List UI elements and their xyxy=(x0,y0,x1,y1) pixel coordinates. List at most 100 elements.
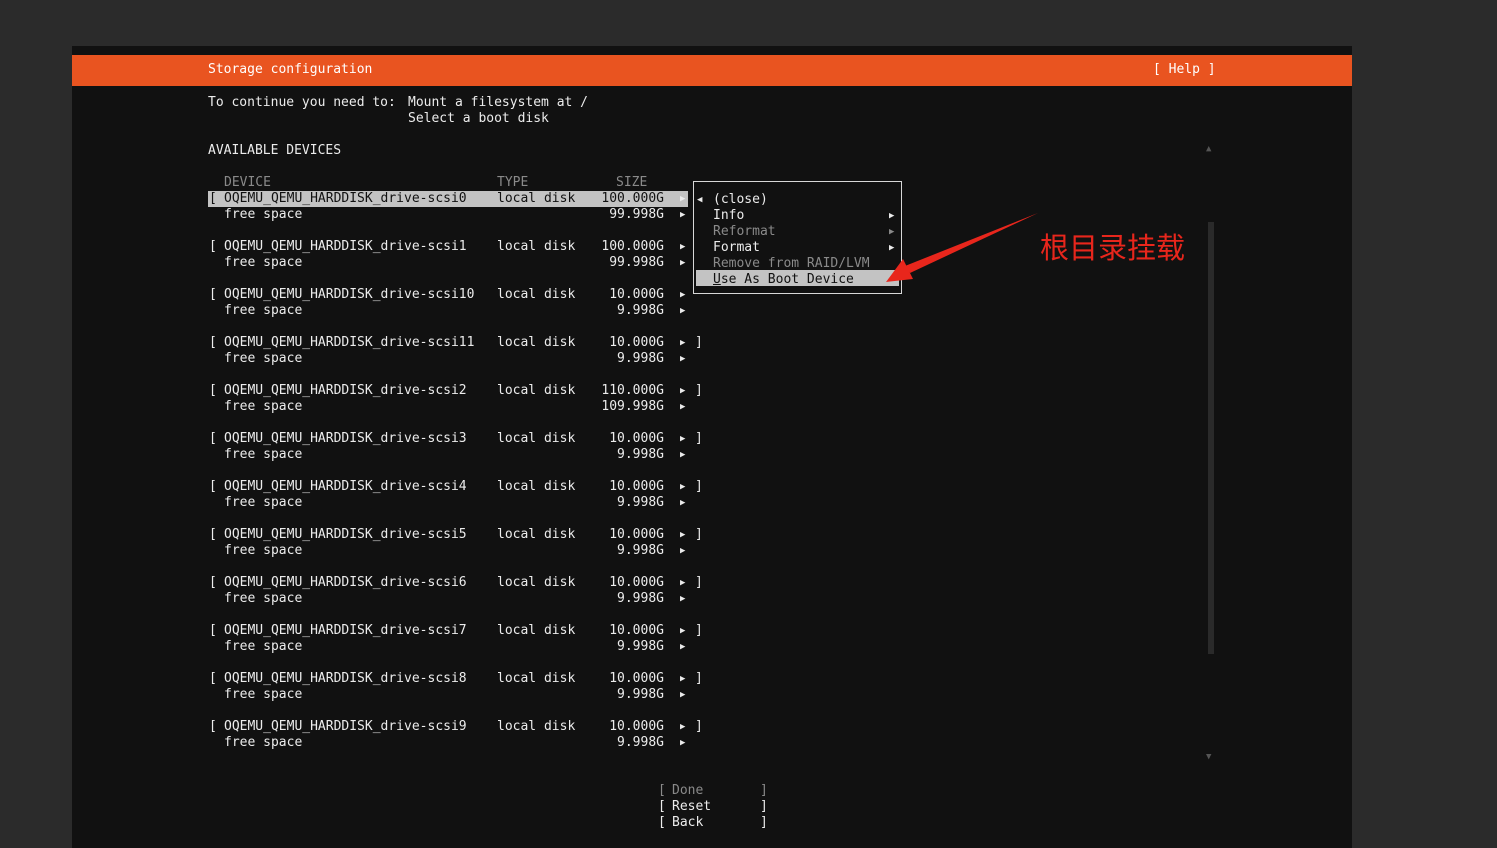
device-size: 10.000G xyxy=(609,575,664,590)
device-actions-icon[interactable]: ▶ xyxy=(680,239,685,255)
device-row-open-bracket: [ xyxy=(209,479,217,494)
free-space-label: free space xyxy=(224,255,303,270)
free-space-size: 9.998G xyxy=(617,543,664,558)
device-name: OQEMU_QEMU_HARDDISK_drive-scsi5 xyxy=(224,527,467,542)
free-space-label: free space xyxy=(224,207,303,222)
device-row-open-bracket: [ xyxy=(209,719,217,734)
menu-item-info[interactable]: Info xyxy=(713,208,744,224)
free-space-label: free space xyxy=(224,639,303,654)
device-size: 10.000G xyxy=(609,479,664,494)
device-name: OQEMU_QEMU_HARDDISK_drive-scsi1 xyxy=(224,239,467,254)
scrollbar[interactable] xyxy=(1208,222,1214,654)
device-actions-icon[interactable]: ▶ xyxy=(680,383,685,399)
free-space-actions-icon[interactable]: ▶ xyxy=(680,639,685,655)
info-submenu-icon: ▶ xyxy=(889,211,895,221)
device-row-open-bracket: [ xyxy=(209,575,217,590)
device-type: local disk xyxy=(497,527,576,542)
menu-item-format[interactable]: Format xyxy=(713,240,760,256)
device-size: 100.000G xyxy=(601,239,664,254)
device-name: OQEMU_QEMU_HARDDISK_drive-scsi4 xyxy=(224,479,467,494)
device-name: OQEMU_QEMU_HARDDISK_drive-scsi7 xyxy=(224,623,467,638)
menu-item-label-rest: se As Boot Device xyxy=(720,272,854,287)
device-actions-icon[interactable]: ▶ xyxy=(680,527,685,543)
device-actions-icon[interactable]: ▶ xyxy=(680,479,685,495)
reset-button[interactable]: Reset xyxy=(672,799,711,815)
device-actions-icon[interactable]: ▶ xyxy=(680,719,685,735)
device-size: 100.000G xyxy=(601,191,664,206)
device-actions-icon[interactable]: ▶ xyxy=(680,287,685,303)
device-row-close-bracket: ] xyxy=(695,719,703,734)
menu-hotkey-letter: U xyxy=(713,272,721,287)
back-button[interactable]: Back xyxy=(672,815,703,831)
free-space-label: free space xyxy=(224,687,303,702)
free-space-actions-icon[interactable]: ▶ xyxy=(680,591,685,607)
menu-item-close[interactable]: (close) xyxy=(713,192,768,208)
device-row-close-bracket: ] xyxy=(695,671,703,686)
device-actions-icon[interactable]: ▶ xyxy=(680,671,685,687)
menu-item-use-as-boot-device[interactable]: Use As Boot Device xyxy=(713,272,854,288)
device-row-close-bracket: ] xyxy=(695,383,703,398)
device-row-close-bracket: ] xyxy=(695,623,703,638)
column-header-type: TYPE xyxy=(497,175,529,190)
free-space-actions-icon[interactable]: ▶ xyxy=(680,543,685,559)
device-type: local disk xyxy=(497,383,576,398)
device-actions-icon[interactable]: ▶ xyxy=(680,335,685,351)
device-row-close-bracket: ] xyxy=(695,479,703,494)
back-button-open: [ xyxy=(658,815,666,830)
free-space-size: 9.998G xyxy=(617,639,664,654)
device-actions-icon[interactable]: ▶ xyxy=(680,623,685,639)
menu-back-icon[interactable]: ◀ xyxy=(697,192,702,208)
device-type: local disk xyxy=(497,623,576,638)
device-size: 10.000G xyxy=(609,623,664,638)
continue-prefix: To continue you need to: xyxy=(208,95,396,110)
scroll-down-icon[interactable]: ▼ xyxy=(1206,752,1211,762)
free-space-label: free space xyxy=(224,735,303,750)
free-space-actions-icon[interactable]: ▶ xyxy=(680,687,685,703)
free-space-actions-icon[interactable]: ▶ xyxy=(680,495,685,511)
column-header-size: SIZE xyxy=(616,175,648,190)
device-type: local disk xyxy=(497,575,576,590)
device-name: OQEMU_QEMU_HARDDISK_drive-scsi0 xyxy=(224,191,467,206)
device-type: local disk xyxy=(497,335,576,350)
device-type: local disk xyxy=(497,479,576,494)
menu-item-remove-raid-lvm: Remove from RAID/LVM xyxy=(713,256,870,271)
device-row-open-bracket: [ xyxy=(209,335,217,350)
device-row-close-bracket: ] xyxy=(695,335,703,350)
back-button-close: ] xyxy=(760,815,768,830)
free-space-label: free space xyxy=(224,543,303,558)
device-type: local disk xyxy=(497,191,576,206)
device-size: 110.000G xyxy=(601,383,664,398)
installer-screen: Storage configuration [ Help ] To contin… xyxy=(72,46,1352,848)
free-space-size: 9.998G xyxy=(617,735,664,750)
free-space-size: 99.998G xyxy=(609,255,664,270)
free-space-actions-icon[interactable]: ▶ xyxy=(680,255,685,271)
reformat-submenu-icon: ▶ xyxy=(889,227,895,237)
device-size: 10.000G xyxy=(609,335,664,350)
device-row-close-bracket: ] xyxy=(695,575,703,590)
free-space-label: free space xyxy=(224,447,303,462)
device-actions-icon[interactable]: ▶ xyxy=(680,431,685,447)
free-space-actions-icon[interactable]: ▶ xyxy=(680,399,685,415)
free-space-actions-icon[interactable]: ▶ xyxy=(680,735,685,751)
requirement-mount: Mount a filesystem at / xyxy=(408,95,589,110)
free-space-actions-icon[interactable]: ▶ xyxy=(680,303,685,319)
done-button-open: [ xyxy=(658,783,666,798)
done-button-close: ] xyxy=(760,783,768,798)
free-space-size: 9.998G xyxy=(617,351,664,366)
device-row-open-bracket: [ xyxy=(209,191,217,206)
free-space-actions-icon[interactable]: ▶ xyxy=(680,351,685,367)
scroll-up-icon[interactable]: ▲ xyxy=(1206,144,1211,154)
free-space-actions-icon[interactable]: ▶ xyxy=(680,447,685,463)
device-actions-icon[interactable]: ▶ xyxy=(680,575,685,591)
help-button[interactable]: [ Help ] xyxy=(1153,62,1216,78)
reset-button-open: [ xyxy=(658,799,666,814)
device-type: local disk xyxy=(497,719,576,734)
device-row-open-bracket: [ xyxy=(209,383,217,398)
free-space-actions-icon[interactable]: ▶ xyxy=(680,207,685,223)
device-size: 10.000G xyxy=(609,527,664,542)
device-type: local disk xyxy=(497,239,576,254)
free-space-size: 9.998G xyxy=(617,447,664,462)
device-actions-icon[interactable]: ▶ xyxy=(680,191,685,207)
device-row-open-bracket: [ xyxy=(209,239,217,254)
device-name: OQEMU_QEMU_HARDDISK_drive-scsi9 xyxy=(224,719,467,734)
